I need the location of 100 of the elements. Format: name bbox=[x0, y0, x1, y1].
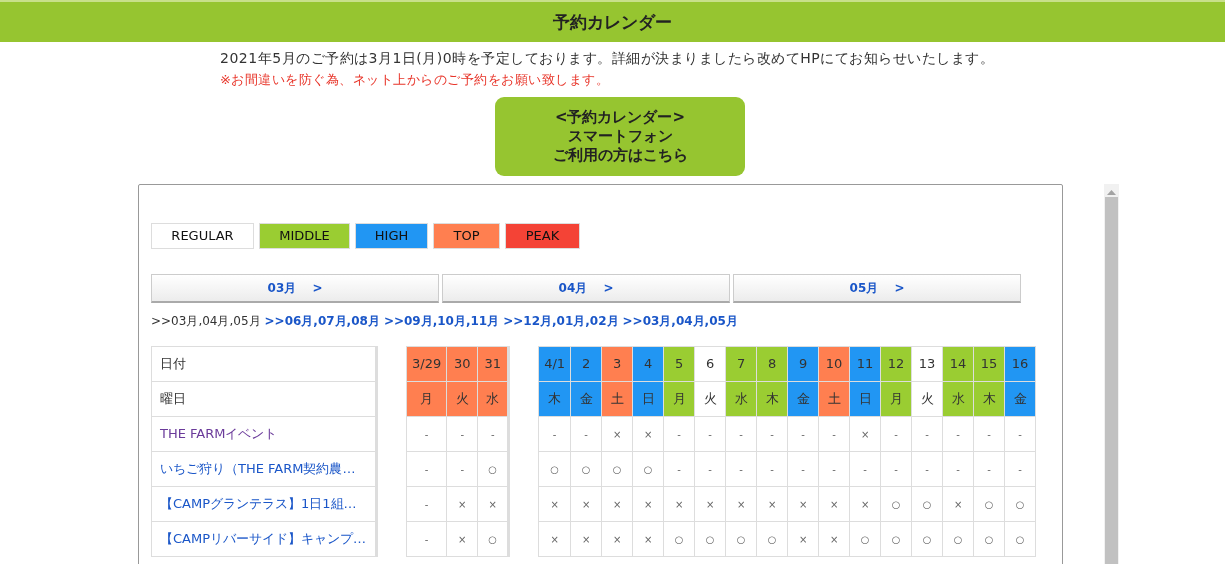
availability-cell: - bbox=[694, 416, 726, 452]
period-link[interactable]: >>06月,07月,08月 bbox=[264, 312, 380, 330]
smartphone-button[interactable]: <予約カレンダー> スマートフォン ご利用の方はこちら bbox=[495, 97, 745, 176]
date-cell: 10 bbox=[818, 346, 850, 382]
availability-cell: ○ bbox=[725, 521, 757, 557]
availability-cell: - bbox=[406, 416, 447, 452]
availability-cell: - bbox=[849, 451, 881, 487]
availability-cell: - bbox=[446, 451, 478, 487]
availability-cell: × bbox=[601, 486, 633, 522]
availability-cell: - bbox=[406, 486, 447, 522]
scrollbar-thumb[interactable] bbox=[1105, 197, 1118, 564]
availability-cell: × bbox=[570, 521, 602, 557]
legend-item: TOP bbox=[433, 223, 500, 249]
availability-cell: - bbox=[787, 451, 819, 487]
availability-cell: ○ bbox=[663, 521, 695, 557]
month-button[interactable]: 04月 > bbox=[442, 274, 730, 303]
availability-cell: × bbox=[818, 486, 850, 522]
month-button[interactable]: 05月 > bbox=[733, 274, 1021, 303]
date-cell: 14 bbox=[942, 346, 974, 382]
availability-cell: ○ bbox=[880, 486, 912, 522]
date-cell: 13 bbox=[911, 346, 943, 382]
availability-cell: - bbox=[973, 416, 1005, 452]
date-cell: 11 bbox=[849, 346, 881, 382]
availability-cell: × bbox=[601, 521, 633, 557]
availability-cell: × bbox=[942, 486, 974, 522]
availability-cell: ○ bbox=[632, 451, 664, 487]
notice-text: 2021年5月のご予約は3月1日(月)0時を予定しております。詳細が決まりましたら改めてHPにてお知らせいたします。 bbox=[220, 49, 996, 68]
availability-cell: × bbox=[849, 416, 881, 452]
availability-cell: - bbox=[973, 451, 1005, 487]
availability-cell: ○ bbox=[942, 521, 974, 557]
availability-cell: × bbox=[632, 416, 664, 452]
legend-item: HIGH bbox=[355, 223, 428, 249]
date-cell: 7 bbox=[725, 346, 757, 382]
availability-cell: ○ bbox=[849, 521, 881, 557]
availability-cell: ○ bbox=[1004, 521, 1036, 557]
availability-cell: × bbox=[632, 486, 664, 522]
date-cell: 9 bbox=[787, 346, 819, 382]
availability-cell: - bbox=[818, 416, 850, 452]
availability-cell: × bbox=[787, 521, 819, 557]
availability-cell: - bbox=[538, 416, 571, 452]
availability-cell: × bbox=[849, 486, 881, 522]
scrollbar[interactable] bbox=[1104, 184, 1119, 564]
date-cell: 30 bbox=[446, 346, 478, 382]
legend-item: REGULAR bbox=[151, 223, 254, 249]
availability-cell: - bbox=[911, 451, 943, 487]
period-link[interactable]: >>12月,01月,02月 bbox=[503, 312, 619, 330]
availability-cell: - bbox=[725, 451, 757, 487]
availability-cell: - bbox=[880, 451, 912, 487]
availability-cell: × bbox=[446, 521, 478, 557]
availability-cell: × bbox=[694, 486, 726, 522]
availability-cell: - bbox=[446, 416, 478, 452]
availability-cell: × bbox=[446, 486, 478, 522]
availability-cell: ○ bbox=[538, 451, 571, 487]
date-cell: 12 bbox=[880, 346, 912, 382]
page-title: 予約カレンダー bbox=[553, 11, 672, 33]
period-link[interactable]: >>03月,04月,05月 bbox=[622, 312, 738, 330]
availability-cell: - bbox=[818, 451, 850, 487]
availability-cell: - bbox=[756, 416, 788, 452]
availability-cell: ○ bbox=[973, 521, 1005, 557]
date-cell: 4 bbox=[632, 346, 664, 382]
period-label: >>03月,04月,05月 bbox=[151, 313, 261, 330]
month-button[interactable]: 03月 > bbox=[151, 274, 439, 303]
date-cell: 3/29 bbox=[406, 346, 447, 382]
availability-cell: - bbox=[911, 416, 943, 452]
legend-item: PEAK bbox=[505, 223, 580, 249]
availability-cell: - bbox=[663, 451, 695, 487]
availability-cell: ○ bbox=[756, 521, 788, 557]
date-cell: 15 bbox=[973, 346, 1005, 382]
availability-cell: ○ bbox=[911, 521, 943, 557]
availability-cell: - bbox=[406, 521, 447, 557]
availability-cell: - bbox=[942, 451, 974, 487]
warning-text: ※お間違いを防ぐ為、ネット上からのご予約をお願い致します。 bbox=[220, 71, 611, 89]
availability-cell: - bbox=[725, 416, 757, 452]
availability-cell: ○ bbox=[570, 451, 602, 487]
availability-cell: × bbox=[570, 486, 602, 522]
availability-cell: × bbox=[725, 486, 757, 522]
availability-cell: ○ bbox=[694, 521, 726, 557]
availability-cell: - bbox=[787, 416, 819, 452]
availability-cell: - bbox=[756, 451, 788, 487]
availability-cell: - bbox=[1004, 416, 1036, 452]
availability-cell: ○ bbox=[1004, 486, 1036, 522]
date-cell: 8 bbox=[756, 346, 788, 382]
date-cell: 6 bbox=[694, 346, 726, 382]
availability-cell: ○ bbox=[911, 486, 943, 522]
availability-cell: × bbox=[663, 486, 695, 522]
availability-cell: - bbox=[880, 416, 912, 452]
date-cell: 2 bbox=[570, 346, 602, 382]
date-header: 日付 bbox=[151, 346, 377, 382]
availability-cell: - bbox=[942, 416, 974, 452]
availability-cell: × bbox=[538, 486, 571, 522]
date-cell: 3 bbox=[601, 346, 633, 382]
weekday-header: 曜日 bbox=[151, 381, 377, 417]
availability-cell: × bbox=[632, 521, 664, 557]
date-cell: 16 bbox=[1004, 346, 1036, 382]
scroll-up-icon[interactable] bbox=[1107, 189, 1116, 195]
availability-cell: - bbox=[694, 451, 726, 487]
date-cell: 4/1 bbox=[538, 346, 571, 382]
availability-cell: - bbox=[406, 451, 447, 487]
period-link[interactable]: >>09月,10月,11月 bbox=[383, 312, 500, 330]
date-cell: 5 bbox=[663, 346, 695, 382]
